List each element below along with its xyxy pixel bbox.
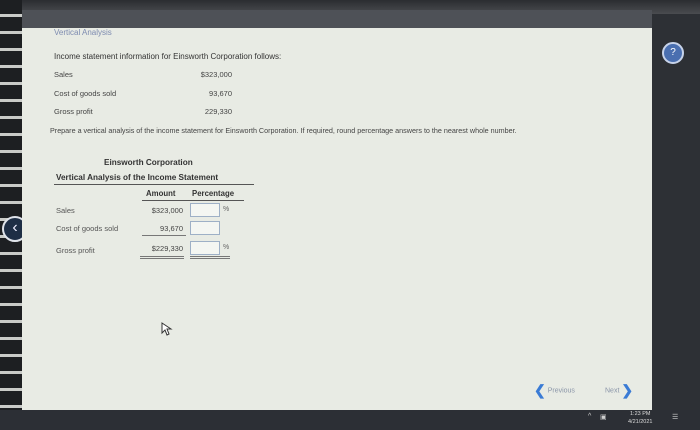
amount-underline xyxy=(142,235,186,236)
double-underline-top xyxy=(140,256,184,257)
clock-date: 4/21/2021 xyxy=(628,419,653,425)
help-button[interactable]: ? xyxy=(662,42,684,64)
previous-label: Previous xyxy=(547,387,575,395)
row-amount-cogs: 93,670 xyxy=(160,224,183,233)
percent-sign: % xyxy=(223,244,230,251)
double-underline-bottom xyxy=(140,258,184,259)
chevron-left-icon: ❮ xyxy=(534,382,546,398)
chevron-left-icon: ‹ xyxy=(12,219,18,236)
info-value: 93,670 xyxy=(209,89,232,98)
next-label: Next xyxy=(605,387,620,395)
percentage-input-sales[interactable] xyxy=(190,203,220,217)
percentage-input-gross[interactable] xyxy=(190,241,220,255)
info-value: $323,000 xyxy=(200,70,232,79)
row-label-gross: Gross profit xyxy=(56,246,95,255)
tray-up-arrow-icon[interactable]: ^ xyxy=(588,413,591,420)
help-icon: ? xyxy=(670,47,676,58)
info-label: Cost of goods sold xyxy=(54,89,117,98)
row-label-cogs: Cost of goods sold xyxy=(56,224,119,233)
percentage-input-cogs[interactable] xyxy=(190,221,220,235)
row-label-sales: Sales xyxy=(56,206,75,215)
taskbar-clock[interactable]: 1:23 PM 4/21/2021 xyxy=(628,410,652,426)
info-label: Sales xyxy=(54,70,73,79)
row-amount-gross: $229,330 xyxy=(151,244,183,253)
row-amount-sales: $323,000 xyxy=(151,206,183,215)
section-title: Vertical Analysis xyxy=(54,28,112,37)
clock-time: 1:23 PM xyxy=(629,411,651,417)
assignment-window: Vertical Analysis Income statement infor… xyxy=(22,28,652,410)
right-sidebar xyxy=(652,14,700,414)
mouse-cursor-icon xyxy=(161,322,173,336)
previous-button[interactable]: ❮ Previous xyxy=(534,382,575,399)
left-edge xyxy=(0,0,22,430)
double-underline-bottom xyxy=(190,258,230,259)
next-button[interactable]: Next ❯ xyxy=(605,382,633,399)
info-label: Gross profit xyxy=(54,107,93,116)
chevron-right-icon: ❯ xyxy=(621,382,634,398)
info-value: 229,330 xyxy=(204,107,232,116)
column-header-amount: Amount xyxy=(146,189,176,198)
taskbar xyxy=(0,410,700,430)
notification-icon[interactable]: ☰ xyxy=(672,413,678,421)
title-rule xyxy=(54,184,254,185)
percent-sign: % xyxy=(223,206,230,213)
double-underline-top xyxy=(190,256,230,257)
instruction-text: Prepare a vertical analysis of the incom… xyxy=(50,126,517,135)
column-header-percentage: Percentage xyxy=(192,189,235,198)
report-company: Einsworth Corporation xyxy=(104,158,193,167)
report-title: Vertical Analysis of the Income Statemen… xyxy=(56,173,219,182)
intro-text: Income statement information for Einswor… xyxy=(54,52,282,61)
network-icon[interactable]: ▣ xyxy=(600,413,607,421)
header-rule xyxy=(142,200,244,201)
